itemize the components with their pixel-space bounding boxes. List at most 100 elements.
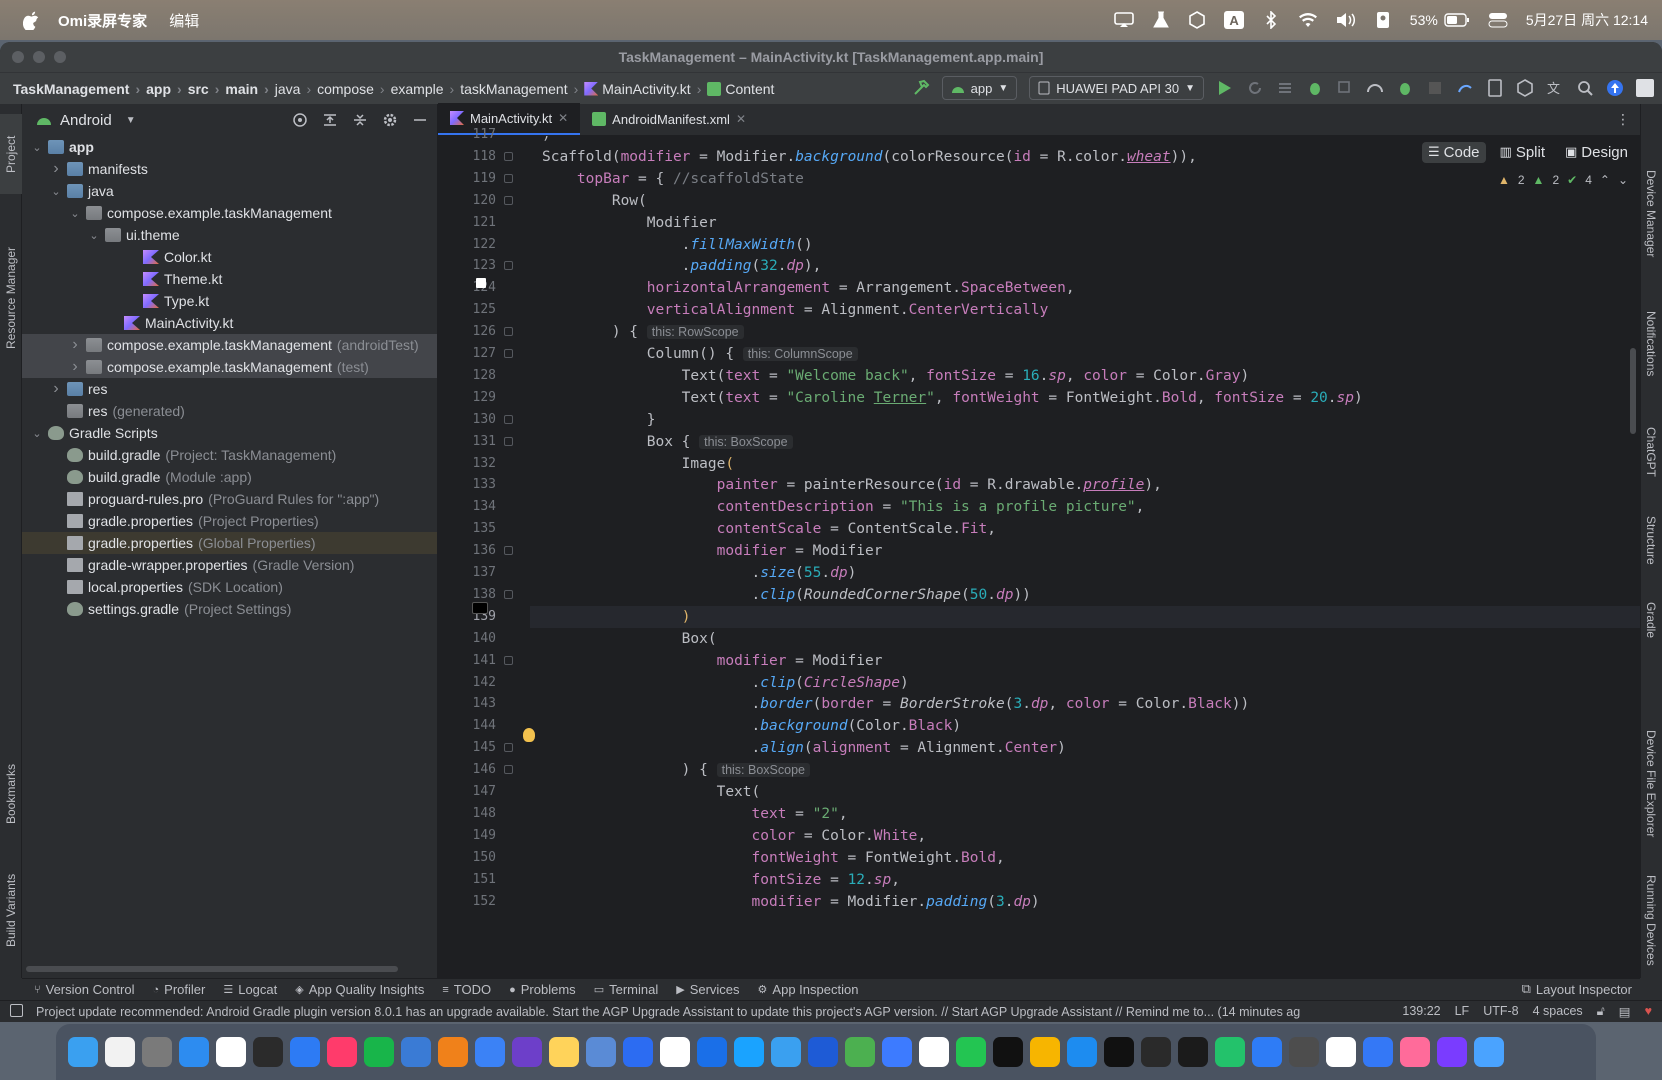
chevron-right-icon[interactable]: › [68,336,82,354]
vpn-icon[interactable] [734,1037,764,1067]
github-icon[interactable] [512,1037,542,1067]
collapse-all-icon[interactable] [351,111,369,129]
browser-icon[interactable] [1030,1037,1060,1067]
line-number[interactable]: 144 [438,715,496,737]
line-number[interactable]: 135 [438,518,496,540]
fold-marker-icon[interactable] [504,349,513,358]
fold-marker-icon[interactable] [504,195,513,205]
panel-toggle-icon[interactable] [10,1004,23,1017]
chevron-down-icon[interactable]: ⌄ [30,427,44,440]
menubar-clock[interactable]: 5月27日 周六 12:14 [1526,10,1648,30]
tool-tab-terminal[interactable]: ▭ Terminal [594,982,659,997]
sync-gradle-icon[interactable] [1456,79,1474,97]
jetbrains-mono-icon[interactable] [1178,1037,1208,1067]
attach-process-icon[interactable] [1396,79,1414,97]
code-line[interactable]: Text(text = "Caroline Terner", fontWeigh… [542,387,1363,409]
fold-marker-icon[interactable] [504,261,513,271]
translate-icon[interactable]: 文 [1546,79,1564,97]
feather-icon[interactable] [845,1037,875,1067]
fold-marker-icon[interactable] [504,151,513,161]
update-icon[interactable] [1606,79,1624,97]
line-number[interactable]: 117 [438,124,496,146]
tool-tab-resource-manager[interactable]: Resource Manager [0,228,22,368]
code-line[interactable]: topBar = { //scaffoldState [542,168,804,190]
omi-recorder-icon[interactable] [1104,1037,1134,1067]
hide-panel-icon[interactable] [411,111,429,129]
mode-split[interactable]: ▥ Split [1494,142,1551,163]
tree-item[interactable]: › res [22,378,437,400]
fold-marker-icon[interactable] [504,436,513,446]
chevron-down-icon[interactable]: ⌄ [87,229,101,242]
tree-item[interactable]: build.gradle (Module :app) [22,466,437,488]
intellij-icon[interactable] [327,1037,357,1067]
code-line[interactable]: contentDescription = "This is a profile … [542,496,1145,518]
line-number[interactable]: 146 [438,759,496,781]
code-line[interactable]: Text( [542,781,761,803]
box-icon[interactable] [1188,11,1206,29]
mail-icon[interactable] [697,1037,727,1067]
gallery-icon[interactable] [1400,1037,1430,1067]
line-number[interactable]: 137 [438,562,496,584]
tool-tab-chatgpt[interactable]: ChatGPT [1640,412,1662,492]
line-number[interactable]: 123 [438,255,496,277]
line-number[interactable]: 122 [438,234,496,256]
edit-menu[interactable]: 编辑 [169,10,199,31]
breadcrumb-item[interactable]: app › [146,81,188,97]
tree-item[interactable]: ⌄ ui.theme [22,224,437,246]
code-line[interactable]: .border(border = BorderStroke(3.dp, colo… [542,693,1250,715]
downloads-icon[interactable] [1437,1037,1467,1067]
tasks-icon[interactable] [660,1037,690,1067]
line-number[interactable]: 121 [438,212,496,234]
input-method-icon[interactable]: A [1224,11,1244,29]
code-line[interactable]: modifier = Modifier [542,650,883,672]
chevron-down-icon[interactable]: ⌄ [68,207,82,220]
code-line[interactable]: ) [542,606,691,628]
indent-setting[interactable]: 4 spaces [1533,1004,1583,1019]
breadcrumb-item[interactable]: src › [188,81,226,97]
breadcrumb-item[interactable]: java › [275,81,317,97]
attach-debugger-icon[interactable] [1336,79,1354,97]
fold-marker-icon[interactable] [504,173,513,183]
line-number[interactable]: 132 [438,453,496,475]
system-settings-icon[interactable] [142,1037,172,1067]
zoom-window-button[interactable] [54,51,66,63]
chevron-down-icon[interactable]: ⌄ [1618,173,1628,187]
code-line[interactable]: fontWeight = FontWeight.Bold, [542,847,1005,869]
line-number[interactable]: 140 [438,628,496,650]
run-icon[interactable] [1216,79,1234,97]
tool-tab-problems[interactable]: ● Problems [509,982,576,997]
tree-item[interactable]: › compose.example.taskManagement (androidT… [22,334,437,356]
line-number[interactable]: 142 [438,672,496,694]
tool-tab-project[interactable]: Project [0,114,22,194]
line-number[interactable]: 133 [438,474,496,496]
chick-icon[interactable] [549,1037,579,1067]
code-line[interactable]: horizontalArrangement = Arrangement.Spac… [542,277,1075,299]
control-center-icon[interactable] [1488,11,1508,29]
line-number[interactable]: 147 [438,781,496,803]
line-number[interactable]: 126 [438,321,496,343]
build-hammer-icon[interactable] [912,79,930,97]
tree-item[interactable]: build.gradle (Project: TaskManagement) [22,444,437,466]
tool-tab-layout-inspector[interactable]: ⧉ Layout Inspector [1522,981,1632,997]
chevron-down-icon[interactable]: ⌄ [49,185,63,198]
line-number[interactable]: 136 [438,540,496,562]
image-preview-icon[interactable] [472,602,488,614]
device-select[interactable]: HUAWEI PAD API 30 ▼ [1029,76,1204,100]
android-status-icon[interactable]: ♥ [1645,1004,1652,1019]
file-encoding[interactable]: UTF-8 [1483,1004,1518,1019]
terminal-icon[interactable] [253,1037,283,1067]
code-line[interactable]: .clip(RoundedCornerShape(50.dp)) [542,584,1031,606]
more-tabs-icon[interactable]: ⋮ [1616,111,1630,128]
breadcrumb-item[interactable]: MainActivity.kt › [584,81,707,97]
breadcrumb-item[interactable]: compose › [317,81,390,97]
chatgpt-icon[interactable] [1141,1037,1171,1067]
breadcrumb-item[interactable]: example › [391,81,461,97]
chevron-up-icon[interactable]: ⌃ [1600,173,1610,187]
tree-item[interactable]: settings.gradle (Project Settings) [22,598,437,620]
tool-tab-device-file-explorer[interactable]: Device File Explorer [1640,714,1662,854]
finder-icon[interactable] [68,1037,98,1067]
line-number[interactable]: 141 [438,650,496,672]
caret-position[interactable]: 139:22 [1402,1004,1440,1019]
code-line[interactable]: Modifier [542,212,717,234]
line-number[interactable]: 125 [438,299,496,321]
